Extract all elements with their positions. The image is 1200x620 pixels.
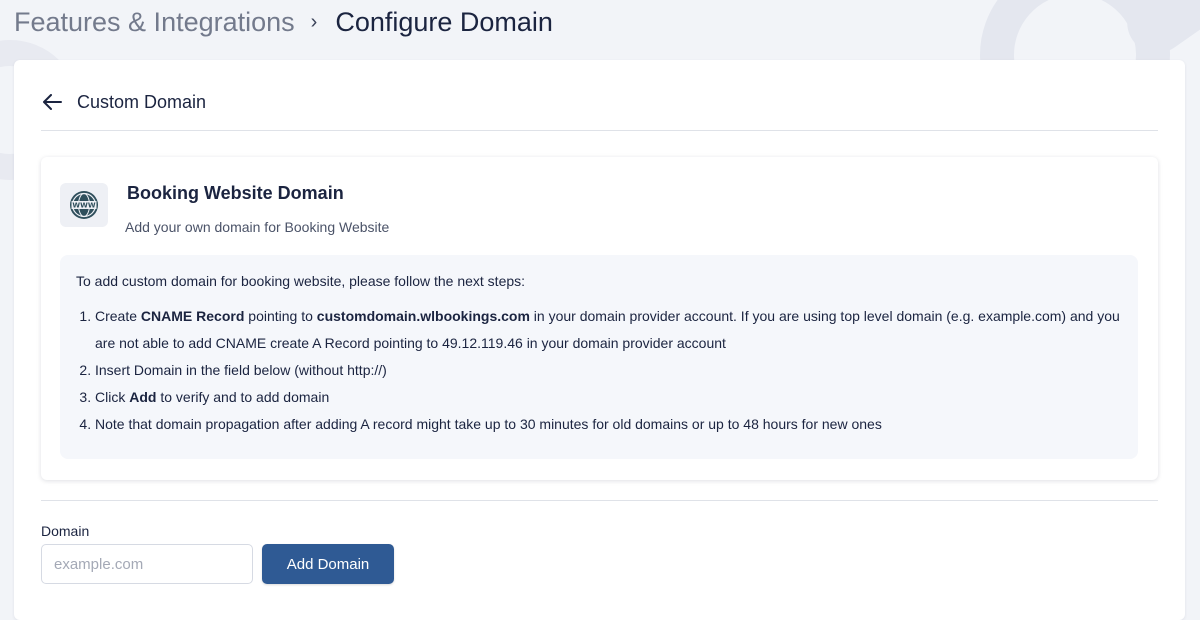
globe-www-icon: WWW — [70, 191, 98, 219]
step-item: Create CNAME Record pointing to customdo… — [95, 303, 1122, 357]
card-header: Custom Domain — [41, 60, 1158, 131]
domain-info-card: WWW Booking Website Domain Add your own … — [41, 157, 1158, 480]
divider — [41, 500, 1158, 501]
svg-text:WWW: WWW — [72, 202, 95, 210]
breadcrumb-parent[interactable]: Features & Integrations — [14, 7, 295, 38]
page-title: Configure Domain — [335, 6, 553, 37]
breadcrumb: Features & Integrations › Configure Doma… — [14, 4, 553, 40]
back-button[interactable] — [41, 91, 63, 113]
add-domain-button[interactable]: Add Domain — [262, 544, 394, 584]
step-item: Click Add to verify and to add domain — [95, 384, 1122, 411]
domain-input[interactable] — [41, 544, 253, 584]
section-title: Booking Website Domain — [127, 183, 344, 203]
step-item: Insert Domain in the field below (withou… — [95, 357, 1122, 384]
instructions-box: To add custom domain for booking website… — [60, 255, 1138, 459]
step-item: Note that domain propagation after addin… — [95, 411, 1122, 438]
breadcrumb-separator: › — [310, 10, 318, 33]
main-card: Custom Domain WWW Booking Website Domain… — [14, 60, 1185, 620]
arrow-left-icon — [43, 94, 62, 110]
section-subtitle: Add your own domain for Booking Website — [125, 219, 390, 235]
globe-icon-container: WWW — [60, 183, 108, 227]
header-title: Custom Domain — [77, 91, 207, 112]
steps-list: Create CNAME Record pointing to customdo… — [76, 303, 1122, 438]
instructions-intro: To add custom domain for booking website… — [76, 273, 526, 289]
domain-label: Domain — [41, 523, 90, 539]
